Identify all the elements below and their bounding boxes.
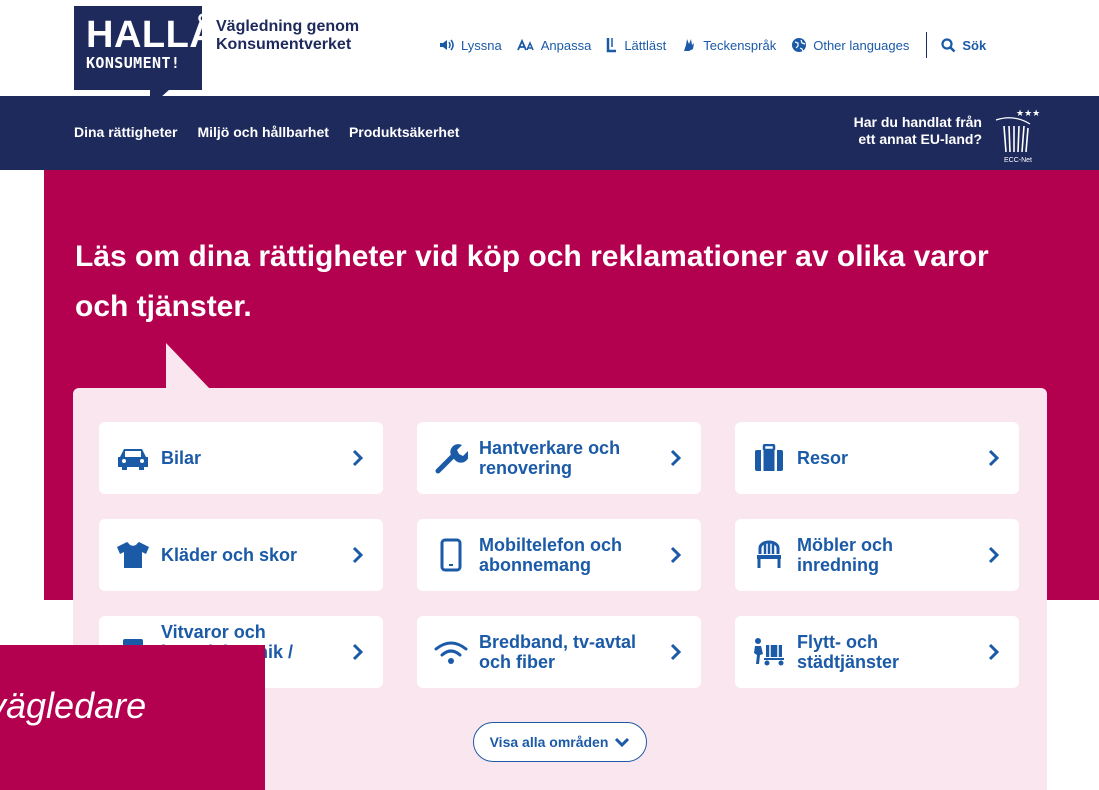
logo-sub-text: KONSUMENT! <box>86 54 181 72</box>
speaker-icon <box>440 39 454 51</box>
tool-label: Teckenspråk <box>703 37 777 53</box>
show-all-areas-button[interactable]: Visa alla områden <box>473 722 647 762</box>
logo-main-text: HALLÅ <box>86 14 218 56</box>
sign-language-icon <box>684 39 695 51</box>
category-card-flytt[interactable]: Flytt- och städtjänster <box>735 616 1019 688</box>
chevron-right-icon <box>988 546 1000 564</box>
tagline-line-2: Konsumentverket <box>216 36 352 53</box>
accessibility-toolbar: Lyssna Anpassa Lättläst Teckenspråk Othe… <box>439 32 1001 58</box>
category-card-mobiltelefon[interactable]: Mobiltelefon och abonnemang <box>417 519 701 591</box>
nav-item-produktsakerhet[interactable]: Produktsäkerhet <box>349 124 459 140</box>
category-card-resor[interactable]: Resor <box>735 422 1019 494</box>
wifi-icon <box>434 641 468 664</box>
tool-lyssna[interactable]: Lyssna <box>439 38 502 53</box>
suitcase-icon <box>755 444 783 471</box>
hero-speech-notch <box>166 343 210 389</box>
category-label: Hantverkare och renovering <box>479 438 621 478</box>
chevron-right-icon <box>988 449 1000 467</box>
ecc-net-logo[interactable]: ★★★ ECC-Net <box>990 106 1040 166</box>
category-card-mobler[interactable]: Möbler och inredning <box>735 519 1019 591</box>
category-card-bredband[interactable]: Bredband, tv-avtal och fiber <box>417 616 701 688</box>
category-label: Resor <box>797 448 849 468</box>
main-nav: Dina rättigheter Miljö och hållbarhet Pr… <box>74 124 479 140</box>
category-label: Mobiltelefon och abonnemang <box>479 535 622 575</box>
tool-other-languages[interactable]: Other languages <box>791 37 909 53</box>
search-button[interactable]: Sök <box>941 38 986 53</box>
tool-lattlast[interactable]: Lättläst <box>606 37 666 53</box>
wrench-icon <box>435 444 468 474</box>
hallo-konsument-logo[interactable]: HALLÅ KONSUMENT! <box>74 6 217 90</box>
tool-anpassa[interactable]: Anpassa <box>516 37 592 53</box>
site-tagline: Vägledning genom Konsumentverket <box>216 18 359 54</box>
chevron-right-icon <box>352 449 364 467</box>
chevron-right-icon <box>670 546 682 564</box>
tool-teckensprak[interactable]: Teckenspråk <box>681 37 776 53</box>
category-label: Flytt- och städtjänster <box>797 632 900 672</box>
eu-country-link[interactable]: Har du handlat från ett annat EU-land? <box>838 114 982 148</box>
overlay-caption-box: vägledare <box>0 645 265 790</box>
page: HALLÅ KONSUMENT! Vägledning genom Konsum… <box>0 0 1099 790</box>
search-label: Sök <box>962 37 987 53</box>
category-label: Bilar <box>161 448 202 468</box>
eu-link-line-1: Har du handlat från <box>853 114 982 130</box>
main-navbar: Dina rättigheter Miljö och hållbarhet Pr… <box>0 96 1099 170</box>
chevron-right-icon <box>352 643 364 661</box>
category-card-bilar[interactable]: Bilar <box>99 422 383 494</box>
overlay-caption-text: vägledare <box>0 685 147 726</box>
tshirt-icon <box>117 542 149 568</box>
tool-label: Lyssna <box>461 37 502 53</box>
show-all-label: Visa alla områden <box>489 734 609 750</box>
tool-label: Lättläst <box>624 37 667 53</box>
moving-icon <box>754 638 784 666</box>
chair-icon <box>757 540 781 568</box>
toolbar-divider <box>926 32 928 58</box>
svg-text:★★★: ★★★ <box>1016 109 1040 119</box>
font-size-icon <box>516 39 534 51</box>
search-icon <box>941 37 956 52</box>
tool-label: Other languages <box>813 37 910 53</box>
chevron-right-icon <box>670 449 682 467</box>
category-label: Möbler och inredning <box>797 535 894 575</box>
eu-link-line-2: ett annat EU-land? <box>858 131 982 147</box>
category-label: Kläder och skor <box>161 545 298 565</box>
car-icon <box>118 449 148 470</box>
chevron-down-icon <box>615 737 630 747</box>
mobile-phone-icon <box>440 538 462 572</box>
hero-title: Läs om dina rättigheter vid köp och rekl… <box>75 240 989 323</box>
category-label: Bredband, tv-avtal och fiber <box>479 632 637 672</box>
category-card-hantverkare[interactable]: Hantverkare och renovering <box>417 422 701 494</box>
easy-read-icon <box>607 38 617 53</box>
tagline-line-1: Vägledning genom <box>216 18 360 35</box>
tool-label: Anpassa <box>540 37 592 53</box>
nav-item-dina-rattigheter[interactable]: Dina rättigheter <box>74 124 177 140</box>
ecc-label: ECC-Net <box>1004 157 1032 164</box>
chevron-right-icon <box>988 643 1000 661</box>
globe-icon <box>792 38 807 52</box>
chevron-right-icon <box>352 546 364 564</box>
nav-item-miljo[interactable]: Miljö och hållbarhet <box>197 124 328 140</box>
chevron-right-icon <box>670 643 682 661</box>
category-card-klader[interactable]: Kläder och skor <box>99 519 383 591</box>
